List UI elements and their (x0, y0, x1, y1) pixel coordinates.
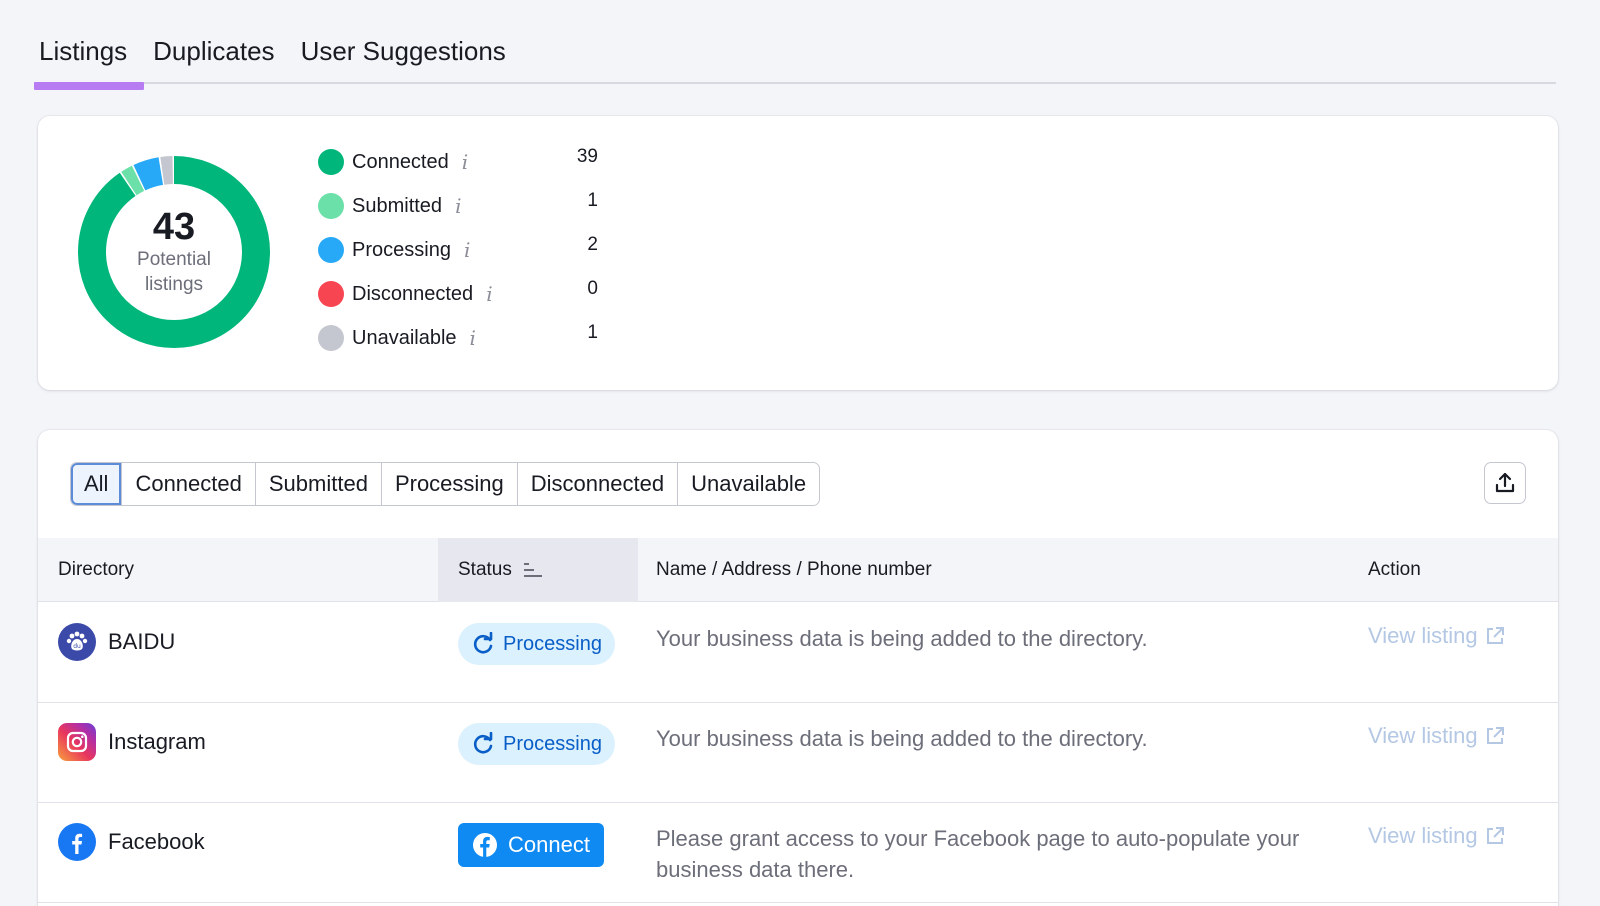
tab-duplicates[interactable]: Duplicates (148, 22, 279, 84)
listing-description: Your business data is being added to the… (656, 726, 1148, 751)
view-listing-label: View listing (1368, 723, 1478, 748)
table-row: Instagram Processing Your business data … (38, 703, 1558, 803)
tab-user-suggestions[interactable]: User Suggestions (296, 22, 511, 84)
listings-tabs: Listings Duplicates User Suggestions (34, 22, 1556, 90)
status-cell: Connect (458, 823, 604, 867)
listing-description: Please grant access to your Facebook pag… (656, 826, 1300, 882)
listings-donut-chart: 43 Potential listings (78, 156, 270, 348)
info-icon[interactable]: i (486, 282, 492, 306)
status-cell: Processing (458, 723, 615, 765)
directory-name: Instagram (108, 729, 206, 754)
facebook-icon (473, 833, 497, 857)
legend-value: 2 (587, 234, 598, 255)
tab-listings[interactable]: Listings (34, 22, 145, 90)
listing-description: Your business data is being added to the… (656, 626, 1148, 651)
info-icon[interactable]: i (470, 326, 476, 350)
legend-label: Disconnected (352, 282, 474, 305)
export-button[interactable] (1484, 462, 1526, 504)
legend-label: Submitted (352, 194, 443, 217)
donut-center: 43 Potential listings (78, 156, 270, 348)
legend-item-unavailable: Unavailable i 1 (318, 316, 638, 360)
filter-connected[interactable]: Connected (122, 463, 256, 505)
directory-cell: Facebook (58, 823, 205, 861)
filter-submitted[interactable]: Submitted (255, 463, 382, 505)
directory-name: BAIDU (108, 629, 176, 654)
legend-label: Processing (352, 238, 451, 261)
view-listing-label: View listing (1368, 823, 1478, 848)
table-header: Directory Status Name / Address / Phone … (38, 538, 1558, 602)
connected-dot-icon (318, 149, 344, 175)
legend-value: 1 (587, 322, 598, 343)
submitted-dot-icon (318, 193, 344, 219)
legend-value: 39 (576, 146, 598, 167)
table-row: Facebook Connect Please grant access to … (38, 803, 1558, 903)
listings-table-card: All Connected Submitted Processing Disco… (38, 430, 1558, 906)
legend-item-disconnected: Disconnected i 0 (318, 272, 638, 316)
upload-icon (1495, 472, 1515, 493)
badge-label: Processing (503, 732, 602, 755)
status-filter-group: All Connected Submitted Processing Disco… (70, 462, 821, 506)
processing-badge[interactable]: Processing (458, 723, 615, 765)
external-link-icon (1486, 627, 1504, 644)
external-link-icon (1486, 727, 1504, 744)
filter-unavailable[interactable]: Unavailable (678, 463, 820, 505)
processing-badge[interactable]: Processing (458, 623, 615, 665)
sort-icon[interactable] (523, 562, 544, 578)
legend-item-processing: Processing i 2 (318, 228, 638, 272)
legend-value: 1 (587, 190, 598, 211)
info-icon[interactable]: i (455, 194, 461, 218)
badge-label: Processing (503, 632, 602, 655)
listings-summary-card: 43 Potential listings Connected i 39 Sub… (38, 116, 1558, 390)
facebook-icon (58, 823, 96, 861)
column-action: Action (1368, 559, 1421, 580)
legend-label: Unavailable (352, 326, 457, 349)
view-listing-link[interactable]: View listing (1368, 623, 1506, 649)
table-row: du BAIDU Processing Your business data i… (38, 603, 1558, 703)
donut-caption: Potential listings (137, 249, 211, 295)
column-directory: Directory (58, 559, 135, 580)
view-listing-link[interactable]: View listing (1368, 823, 1506, 849)
legend-value: 0 (587, 278, 598, 299)
filter-all[interactable]: All (71, 463, 123, 505)
legend-label: Connected (352, 150, 449, 173)
info-icon[interactable]: i (462, 150, 468, 174)
instagram-icon (58, 723, 96, 761)
legend-item-submitted: Submitted i 1 (318, 184, 638, 228)
svg-text:du: du (73, 643, 81, 650)
status-legend: Connected i 39 Submitted i 1 Processing … (318, 140, 638, 360)
status-cell: Processing (458, 623, 615, 665)
donut-total: 43 (152, 206, 196, 248)
filter-processing[interactable]: Processing (381, 463, 518, 505)
column-status-label: Status (458, 559, 512, 580)
directory-cell: du BAIDU (58, 623, 175, 661)
refresh-icon (473, 732, 493, 754)
view-listing-link[interactable]: View listing (1368, 723, 1506, 749)
disconnected-dot-icon (318, 281, 344, 307)
external-link-icon (1486, 827, 1504, 844)
filter-disconnected[interactable]: Disconnected (517, 463, 679, 505)
connect-facebook-button[interactable]: Connect (458, 823, 604, 867)
directory-cell: Instagram (58, 723, 206, 761)
baidu-icon: du (58, 623, 96, 661)
column-name-address-phone: Name / Address / Phone number (656, 559, 932, 580)
directory-name: Facebook (108, 829, 205, 854)
info-icon[interactable]: i (464, 238, 470, 262)
connect-label: Connect (508, 832, 590, 857)
legend-item-connected: Connected i 39 (318, 140, 638, 184)
view-listing-label: View listing (1368, 623, 1478, 648)
refresh-icon (473, 632, 493, 654)
processing-dot-icon (318, 237, 344, 263)
unavailable-dot-icon (318, 325, 344, 351)
column-status[interactable]: Status (438, 538, 638, 602)
